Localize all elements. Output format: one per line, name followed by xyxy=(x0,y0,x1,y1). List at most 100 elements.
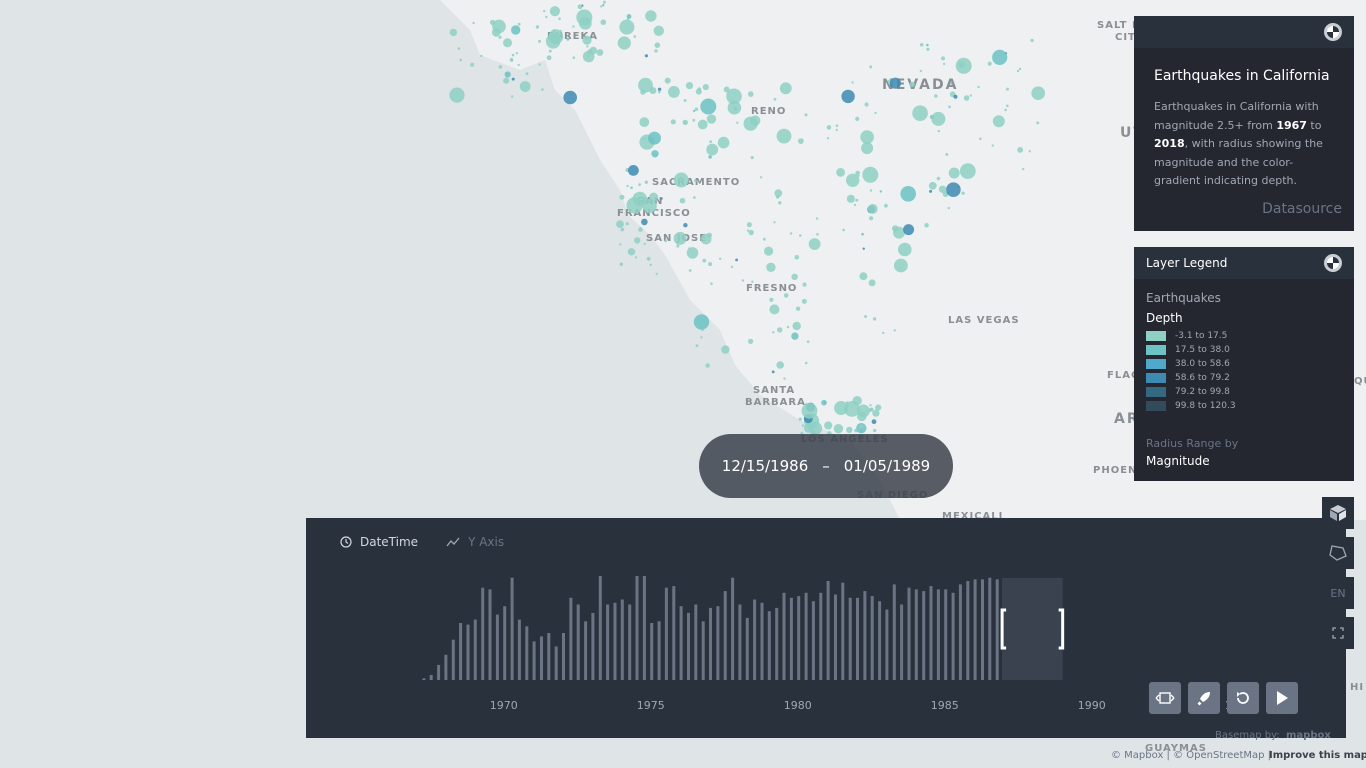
earthquake-point[interactable] xyxy=(948,105,951,109)
earthquake-point[interactable] xyxy=(688,269,692,272)
earthquake-point[interactable] xyxy=(950,82,953,85)
earthquake-point[interactable] xyxy=(778,201,782,205)
earthquake-point[interactable] xyxy=(546,55,552,61)
earthquake-point[interactable] xyxy=(869,189,873,192)
earthquake-point[interactable] xyxy=(776,128,792,144)
earthquake-point[interactable] xyxy=(946,182,961,197)
earthquake-point[interactable] xyxy=(692,118,696,122)
earthquake-point[interactable] xyxy=(600,5,603,8)
tab-y-axis[interactable]: Y Axis xyxy=(446,535,504,549)
earthquake-point[interactable] xyxy=(676,244,680,248)
earthquake-point[interactable] xyxy=(668,86,680,98)
earthquake-point[interactable] xyxy=(1004,108,1007,112)
earthquake-point[interactable] xyxy=(630,186,633,190)
earthquake-point[interactable] xyxy=(660,197,663,200)
earthquake-point[interactable] xyxy=(803,422,814,433)
earthquake-point[interactable] xyxy=(619,194,625,200)
earthquake-point[interactable] xyxy=(664,239,668,243)
earthquake-point[interactable] xyxy=(783,293,789,298)
earthquake-point[interactable] xyxy=(517,63,520,67)
earthquake-point[interactable] xyxy=(498,35,502,39)
earthquake-point[interactable] xyxy=(1031,86,1045,100)
earthquake-point[interactable] xyxy=(941,56,945,61)
earthquake-point[interactable] xyxy=(548,49,552,53)
earthquake-point[interactable] xyxy=(851,81,854,84)
earthquake-point[interactable] xyxy=(872,317,877,321)
earthquake-point[interactable] xyxy=(869,65,873,69)
earthquake-point[interactable] xyxy=(748,91,754,97)
map-copyright[interactable]: © Mapbox | © OpenStreetMap | xyxy=(1111,750,1271,761)
earthquake-point[interactable] xyxy=(700,233,712,245)
earthquake-point[interactable] xyxy=(852,396,862,406)
earthquake-point[interactable] xyxy=(683,99,687,102)
earthquake-point[interactable] xyxy=(857,411,867,422)
earthquake-point[interactable] xyxy=(821,399,827,406)
earthquake-point[interactable] xyxy=(884,203,888,208)
improve-map-link[interactable]: Improve this map xyxy=(1269,750,1366,761)
earthquake-point[interactable] xyxy=(685,82,694,90)
earthquake-point[interactable] xyxy=(958,61,965,68)
earthquake-point[interactable] xyxy=(874,111,877,115)
earthquake-point[interactable] xyxy=(504,71,511,78)
earthquake-point[interactable] xyxy=(695,88,702,95)
earthquake-point[interactable] xyxy=(692,109,696,113)
reset-button[interactable] xyxy=(1227,682,1259,714)
earthquake-point[interactable] xyxy=(869,216,874,221)
earthquake-point[interactable] xyxy=(582,35,592,45)
earthquake-point[interactable] xyxy=(900,186,916,202)
earthquake-point[interactable] xyxy=(961,191,965,195)
earthquake-point[interactable] xyxy=(693,179,697,183)
earthquake-point[interactable] xyxy=(572,25,575,28)
earthquake-point[interactable] xyxy=(548,29,564,45)
earthquake-point[interactable] xyxy=(718,257,722,260)
earthquake-point[interactable] xyxy=(859,272,868,281)
tab-datetime[interactable]: DateTime xyxy=(340,535,418,549)
speed-button[interactable] xyxy=(1188,682,1220,714)
earthquake-point[interactable] xyxy=(515,52,519,55)
earthquake-point[interactable] xyxy=(773,221,776,224)
earthquake-point[interactable] xyxy=(708,262,713,267)
earthquake-point[interactable] xyxy=(945,152,949,156)
earthquake-point[interactable] xyxy=(773,97,777,101)
earthquake-point[interactable] xyxy=(644,180,648,184)
earthquake-point[interactable] xyxy=(619,262,624,267)
earthquake-point[interactable] xyxy=(558,17,561,21)
earthquake-point[interactable] xyxy=(875,404,882,411)
earthquake-point[interactable] xyxy=(541,88,544,91)
earthquake-point[interactable] xyxy=(802,282,807,287)
earthquake-point[interactable] xyxy=(869,408,873,412)
earthquake-point[interactable] xyxy=(459,58,463,62)
earthquake-point[interactable] xyxy=(702,84,709,91)
earthquake-point[interactable] xyxy=(733,107,738,111)
earthquake-point[interactable] xyxy=(511,77,515,81)
earthquake-point[interactable] xyxy=(638,77,653,93)
earthquake-point[interactable] xyxy=(708,155,712,159)
earthquake-point[interactable] xyxy=(723,86,730,93)
earthquake-point[interactable] xyxy=(816,233,819,236)
earthquake-point[interactable] xyxy=(769,304,780,315)
earthquake-point[interactable] xyxy=(776,361,784,369)
earthquake-point[interactable] xyxy=(801,424,805,427)
earthquake-point[interactable] xyxy=(798,138,804,145)
earthquake-point[interactable] xyxy=(736,121,739,125)
earthquake-point[interactable] xyxy=(1036,121,1040,125)
earthquake-point[interactable] xyxy=(894,258,908,273)
earthquake-point[interactable] xyxy=(670,119,676,125)
earthquake-point[interactable] xyxy=(824,421,833,430)
earthquake-point[interactable] xyxy=(804,113,808,117)
earthquake-point[interactable] xyxy=(746,229,750,232)
earthquake-point[interactable] xyxy=(866,410,869,413)
earthquake-point[interactable] xyxy=(855,198,859,202)
earthquake-point[interactable] xyxy=(457,47,461,50)
earthquake-point[interactable] xyxy=(892,225,899,232)
earthquake-point[interactable] xyxy=(868,279,876,287)
earthquake-point[interactable] xyxy=(625,222,629,226)
earthquake-point[interactable] xyxy=(791,273,798,280)
earthquake-point[interactable] xyxy=(769,297,774,302)
earthquake-point[interactable] xyxy=(566,37,570,41)
earthquake-point[interactable] xyxy=(924,223,929,228)
earthquake-point[interactable] xyxy=(664,77,671,84)
earthquake-point[interactable] xyxy=(763,237,766,241)
earthquake-point[interactable] xyxy=(694,107,699,111)
earthquake-point[interactable] xyxy=(511,95,514,98)
